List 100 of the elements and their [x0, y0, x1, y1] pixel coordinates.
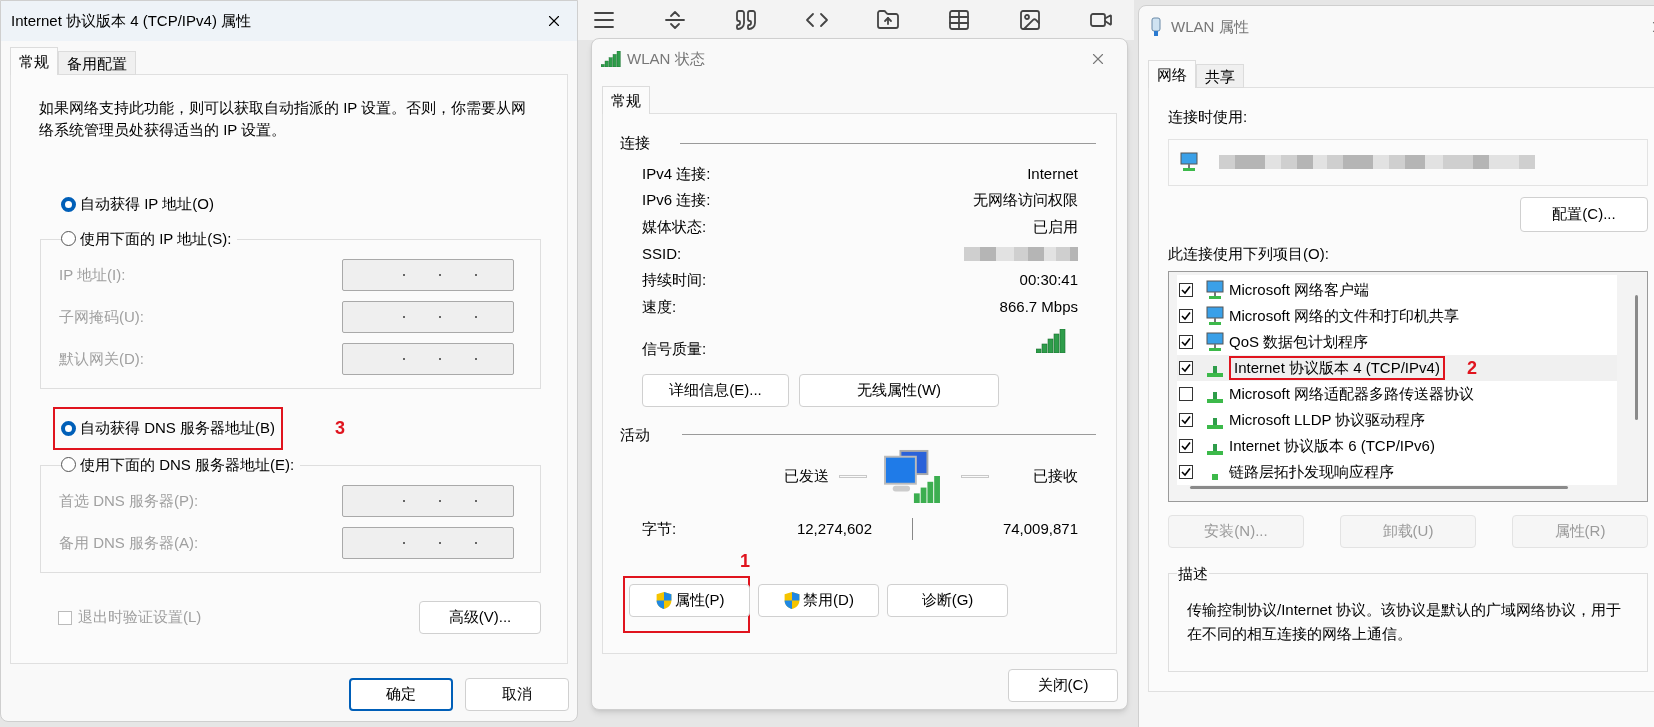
list-item[interactable]: 链路层拓扑发现响应程序	[1177, 459, 1617, 485]
checkbox[interactable]	[1179, 465, 1193, 479]
checkbox[interactable]	[1179, 335, 1193, 349]
list-item[interactable]: Microsoft 网络客户端	[1177, 277, 1617, 303]
dialog-button[interactable]: 诊断(G)	[887, 584, 1008, 618]
dialog-button[interactable]: 关闭(C)	[1008, 669, 1118, 702]
ip-address-field[interactable]	[342, 259, 514, 291]
toolbar-icon[interactable]	[734, 8, 758, 32]
checkbox[interactable]	[1179, 361, 1193, 375]
network-adapter-icon	[1151, 17, 1161, 37]
description-text: 如果网络支持此功能，则可以获取自动指派的 IP 设置。否则，你需要从网络系统管理员处获得适当的 IP 设置。	[39, 98, 528, 140]
scrollbar[interactable]	[1635, 295, 1638, 420]
item-label: QoS 数据包计划程序	[1229, 331, 1369, 352]
dialog-button[interactable]: 确定	[349, 678, 453, 711]
checkbox[interactable]	[1179, 283, 1193, 297]
radio-button[interactable]	[61, 231, 76, 247]
shield-icon	[783, 591, 802, 611]
description-text: 传输控制协议/Internet 协议。该协议是默认的广域网络协议，用于在不同的相互连接的网络上通信。	[1187, 599, 1623, 644]
signal-icon	[1036, 328, 1066, 353]
radio-button[interactable]	[61, 457, 76, 473]
window-title: WLAN 属性	[1171, 16, 1249, 37]
list-item[interactable]: Microsoft 网络适配器多路传送器协议	[1177, 381, 1617, 407]
field-label: 连接时使用:	[1168, 107, 1249, 127]
toolbar-icon[interactable]	[876, 8, 900, 32]
network-protocol-icon	[1207, 392, 1223, 403]
network-computer-icon	[1179, 152, 1199, 172]
list-item[interactable]: Microsoft 网络的文件和打印机共享	[1177, 303, 1617, 329]
network-computer-icon	[1205, 280, 1225, 300]
item-label: Internet 协议版本 4 (TCP/IPv4)	[1229, 356, 1445, 380]
checkbox[interactable]	[1179, 387, 1193, 401]
network-computer-icon	[1205, 332, 1225, 352]
radio-label[interactable]: 自动获得 DNS 服务器地址(B)	[80, 417, 275, 440]
dialog-button[interactable]: 属性(P)	[629, 584, 750, 618]
status-label: 媒体状态:	[642, 216, 707, 237]
bytes-sent: 12,274,602	[795, 518, 872, 539]
ip-address-field[interactable]	[342, 485, 514, 517]
status-value: Internet	[1027, 163, 1078, 184]
dialog-button[interactable]: 高级(V)...	[419, 601, 541, 634]
status-value: 无网络访问权限	[973, 190, 1078, 211]
tab[interactable]: 网络	[1148, 60, 1196, 88]
dialog-button[interactable]: 详细信息(E)...	[642, 373, 789, 407]
ip-address-field[interactable]	[342, 301, 514, 333]
item-label: Microsoft 网络客户端	[1229, 279, 1369, 300]
network-protocol-icon	[1212, 474, 1218, 480]
item-label: 链路层拓扑发现响应程序	[1229, 461, 1394, 482]
network-computer-icon	[1205, 306, 1225, 326]
radio-button[interactable]	[61, 196, 76, 212]
status-label: IPv4 连接:	[642, 163, 711, 184]
status-label: 速度:	[642, 297, 677, 318]
section-heading: 活动	[620, 424, 650, 445]
field-label: IP 地址(I):	[59, 264, 126, 285]
list-item[interactable]: Internet 协议版本 4 (TCP/IPv4) 2	[1177, 355, 1617, 381]
list-item[interactable]: Microsoft LLDP 协议驱动程序	[1177, 407, 1617, 433]
dialog-button[interactable]: 取消	[465, 678, 569, 711]
list-item[interactable]: Internet 协议版本 6 (TCP/IPv6)	[1177, 433, 1617, 459]
tab[interactable]: 共享	[1196, 64, 1244, 88]
toolbar-icon[interactable]	[1018, 8, 1042, 32]
dialog-button[interactable]: 禁用(D)	[758, 584, 879, 618]
field-label: 默认网关(D):	[59, 348, 144, 369]
toolbar-icon[interactable]	[947, 8, 971, 32]
status-label: 信号质量:	[642, 339, 707, 360]
bytes-received: 74,009,871	[1001, 518, 1078, 539]
checkbox[interactable]	[1179, 309, 1193, 323]
window-title: Internet 协议版本 4 (TCP/IPv4) 属性	[11, 10, 252, 31]
tab[interactable]: 备用配置	[58, 51, 136, 75]
tab[interactable]: 常规	[602, 86, 650, 114]
radio-button[interactable]	[61, 420, 76, 436]
status-value: 已启用	[1033, 216, 1078, 237]
scrollbar[interactable]	[1190, 486, 1568, 489]
checkbox[interactable]	[1179, 439, 1193, 453]
sent-label: 已发送	[784, 465, 829, 486]
section-heading: 连接	[620, 133, 650, 153]
status-label: IPv6 连接:	[642, 190, 711, 211]
ip-address-field[interactable]	[342, 527, 514, 559]
toolbar-icon[interactable]	[663, 8, 687, 32]
field-label: 首选 DNS 服务器(P):	[59, 490, 199, 511]
list-item[interactable]: QoS 数据包计划程序	[1177, 329, 1617, 355]
signal-icon	[601, 51, 621, 67]
tab[interactable]: 常规	[10, 47, 58, 75]
item-label: Microsoft 网络的文件和打印机共享	[1229, 305, 1459, 326]
dialog-button[interactable]: 配置(C)...	[1520, 196, 1648, 232]
item-label: Microsoft 网络适配器多路传送器协议	[1229, 383, 1474, 404]
status-label: SSID:	[642, 243, 682, 264]
status-label: 持续时间:	[642, 270, 707, 291]
bytes-label: 字节:	[642, 518, 678, 539]
ip-address-field[interactable]	[342, 343, 514, 375]
checkbox[interactable]	[1179, 413, 1193, 427]
annotation-number: 3	[335, 416, 345, 440]
annotation-number: 2	[1466, 356, 1477, 380]
status-value: 00:30:41	[1019, 270, 1078, 291]
network-protocol-icon	[1207, 366, 1223, 377]
shield-icon	[654, 591, 673, 611]
annotation-number: 1	[740, 550, 750, 574]
received-label: 已接收	[1033, 465, 1078, 486]
dialog-button[interactable]: 无线属性(W)	[799, 373, 999, 407]
network-protocol-icon	[1207, 418, 1223, 429]
field-label: 此连接使用下列项目(O):	[1168, 243, 1330, 264]
window-title: WLAN 状态	[627, 48, 705, 69]
field-label: 备用 DNS 服务器(A):	[59, 532, 199, 553]
status-value: 866.7 Mbps	[999, 297, 1078, 318]
